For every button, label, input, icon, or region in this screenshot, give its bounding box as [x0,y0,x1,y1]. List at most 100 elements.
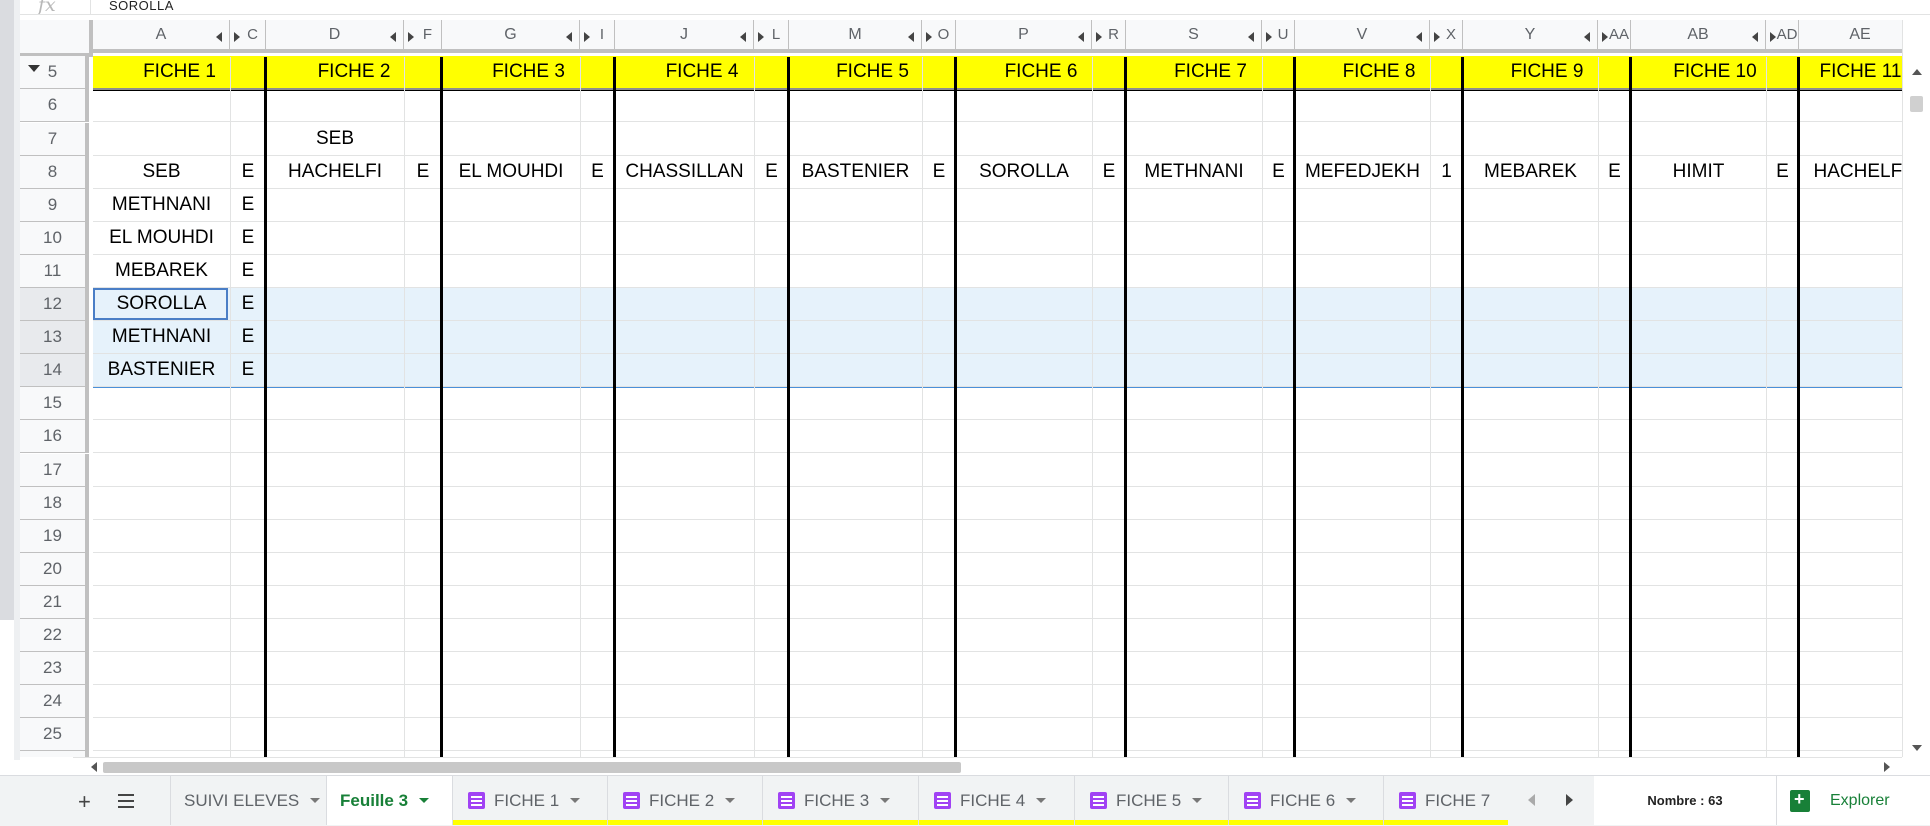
column-header-j[interactable]: J [615,20,754,53]
collapse-column-icon[interactable] [1752,32,1758,42]
fiche-header-cell[interactable]: FICHE 7 [1126,56,1295,88]
code-cell[interactable]: E [754,156,789,188]
row-header-11[interactable]: 11 [20,255,89,288]
column-header-i[interactable]: I [580,20,615,53]
row-header-15[interactable]: 15 [20,387,89,420]
name-cell[interactable]: EL MOUHDI [93,222,230,254]
fiche-header-cell[interactable]: FICHE 11 [1799,56,1902,88]
name-cell[interactable]: HIMIT [1631,156,1766,188]
collapse-column-icon[interactable] [216,32,222,42]
scroll-up-icon[interactable] [1912,69,1922,75]
fiche-header-cell[interactable]: FICHE 3 [442,56,615,88]
expand-column-icon[interactable] [234,32,250,42]
expand-column-icon[interactable] [408,32,424,42]
row-header-14[interactable]: 14 [20,354,89,387]
column-header-ad[interactable]: AD [1766,20,1799,53]
sheet-tab[interactable]: FICHE 2 [607,776,762,825]
name-cell[interactable]: METHNANI [1126,156,1262,188]
row-header-21[interactable]: 21 [20,586,89,619]
fiche-header-cell[interactable]: FICHE 10 [1631,56,1799,88]
sheet-tab[interactable]: FICHE 3 [762,776,918,825]
code-cell[interactable]: E [230,156,266,188]
expand-column-icon[interactable] [926,32,942,42]
row-header-6[interactable]: 6 [20,89,89,122]
code-cell[interactable]: E [230,189,266,221]
fiche-header-cell[interactable]: FICHE 5 [789,56,956,88]
expand-column-icon[interactable] [1266,32,1282,42]
code-cell[interactable]: E [922,156,956,188]
fiche-header-cell[interactable]: FICHE 8 [1295,56,1463,88]
tab-scroll-right-icon[interactable] [1566,794,1573,806]
collapse-column-icon[interactable] [1078,32,1084,42]
tab-scroll-left-icon[interactable] [1528,794,1535,806]
name-cell[interactable]: BASTENIER [789,156,922,188]
collapse-column-icon[interactable] [390,32,396,42]
code-cell[interactable]: E [230,288,266,320]
column-header-m[interactable]: M [789,20,922,53]
sheet-tab[interactable]: FICHE 1 [452,776,607,825]
column-header-l[interactable]: L [754,20,789,53]
row-header-8[interactable]: 8 [20,156,89,189]
fiche-header-cell[interactable]: FICHE 6 [956,56,1126,88]
fiche-header-cell[interactable]: FICHE 1 [93,56,266,88]
sheet-tab[interactable]: Feuille 3 [326,776,452,825]
spreadsheet-grid[interactable]: A C D F G I J L M O P R S U V X Y AA AB AD AE 5 6 7 8 9 10 11 12 13 1… [20,20,1902,757]
code-cell[interactable]: E [1262,156,1295,188]
sheet-tab[interactable]: FICHE 7 [1383,776,1508,825]
chevron-down-icon[interactable] [570,798,581,803]
scroll-right-icon[interactable] [1884,762,1890,772]
row-header-23[interactable]: 23 [20,652,89,685]
expand-column-icon[interactable] [584,32,600,42]
column-header-ae[interactable]: AE [1799,20,1902,53]
freeze-row-toggle-icon[interactable] [28,65,40,72]
expand-column-icon[interactable] [1770,32,1786,42]
collapse-column-icon[interactable] [1584,32,1590,42]
code-cell[interactable]: E [230,255,266,287]
column-header-ab[interactable]: AB [1631,20,1766,53]
all-sheets-menu-icon[interactable] [118,794,134,808]
vertical-scroll-thumb[interactable] [1910,96,1923,112]
expand-column-icon[interactable] [758,32,774,42]
name-cell[interactable]: EL MOUHDI [442,156,580,188]
chevron-down-icon[interactable] [1192,798,1203,803]
row-header-13[interactable]: 13 [20,321,89,354]
code-cell[interactable]: E [404,156,442,188]
sheet-tab[interactable]: FICHE 5 [1074,776,1228,825]
column-header-aa[interactable]: AA [1598,20,1631,53]
select-all-corner[interactable] [20,20,93,57]
row-header-5[interactable]: 5 [20,56,89,89]
expand-column-icon[interactable] [1096,32,1112,42]
column-header-f[interactable]: F [404,20,442,53]
column-header-p[interactable]: P [956,20,1092,53]
collapse-column-icon[interactable] [740,32,746,42]
row-header-20[interactable]: 20 [20,553,89,586]
name-cell[interactable]: MEBAREK [1463,156,1598,188]
name-cell[interactable]: SOROLLA [956,156,1092,188]
row-header-17[interactable]: 17 [20,454,89,487]
horizontal-scroll-thumb[interactable] [103,762,961,773]
chevron-down-icon[interactable] [880,798,891,803]
name-cell[interactable]: SEB [93,156,230,188]
selection-summary[interactable]: Nombre : 63 [1594,776,1776,825]
row-header-19[interactable]: 19 [20,520,89,553]
name-cell[interactable]: BASTENIER [93,354,230,386]
row-header-7[interactable]: 7 [20,123,89,156]
column-header-r[interactable]: R [1092,20,1126,53]
code-cell[interactable]: E [580,156,615,188]
expand-column-icon[interactable] [1434,32,1450,42]
row-header-24[interactable]: 24 [20,685,89,718]
column-header-u[interactable]: U [1262,20,1295,53]
horizontal-scrollbar[interactable] [73,757,1902,776]
name-cell[interactable]: METHNANI [93,189,230,221]
collapse-column-icon[interactable] [908,32,914,42]
fiche-header-cell[interactable]: FICHE 9 [1463,56,1631,88]
column-header-g[interactable]: G [442,20,580,53]
fiche-header-cell[interactable]: FICHE 4 [615,56,789,88]
column-header-o[interactable]: O [922,20,956,53]
formula-input[interactable]: SOROLLA [109,0,174,13]
chevron-down-icon[interactable] [1346,798,1357,803]
collapse-column-icon[interactable] [566,32,572,42]
row-header-25[interactable]: 25 [20,718,89,751]
chevron-down-icon[interactable] [310,798,321,803]
collapse-column-icon[interactable] [1248,32,1254,42]
